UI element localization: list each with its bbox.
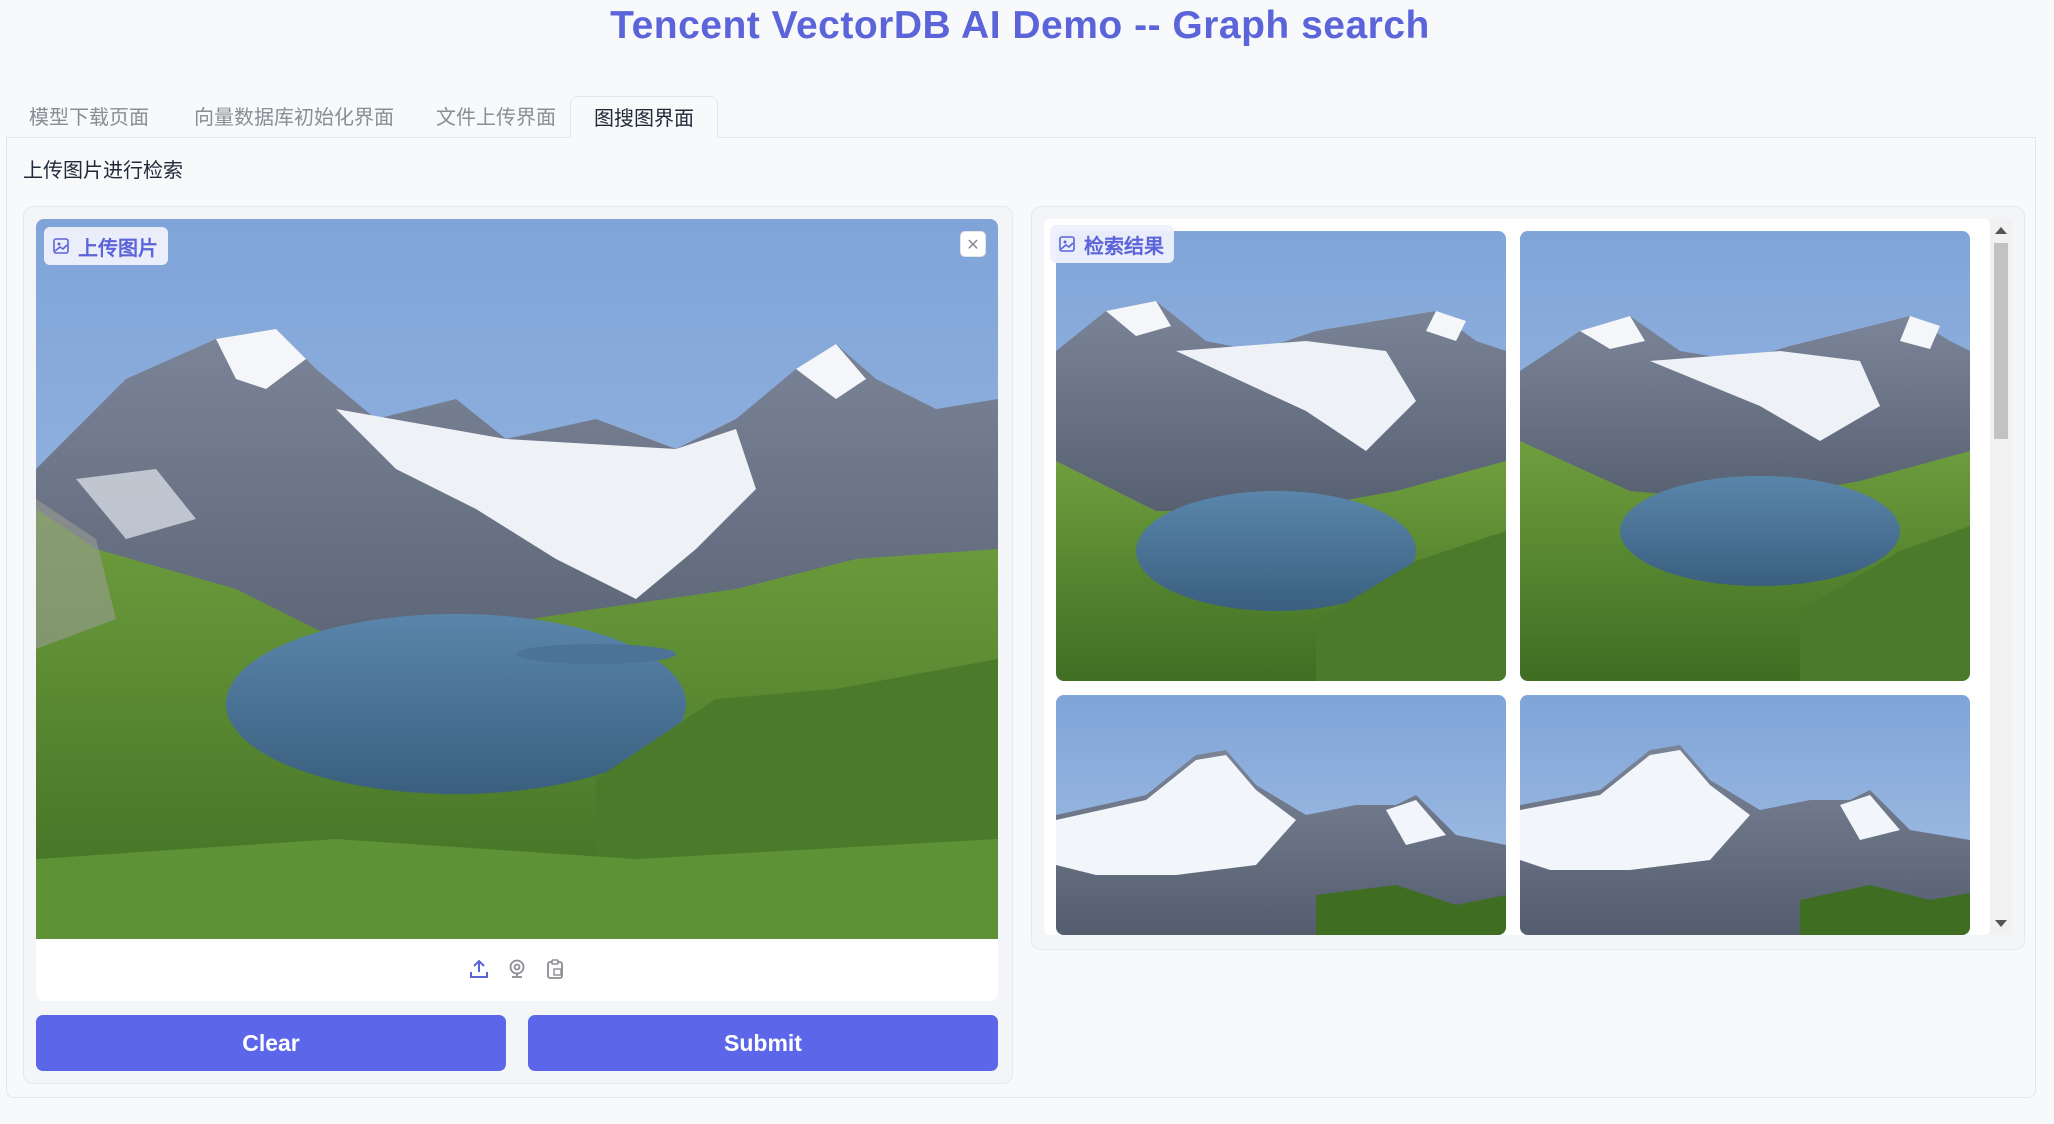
results-badge: 检索结果: [1050, 225, 1174, 263]
scroll-down-icon[interactable]: [1995, 920, 2007, 927]
submit-button[interactable]: Submit: [528, 1015, 998, 1071]
clipboard-icon[interactable]: [544, 958, 566, 980]
tab-image-search[interactable]: 图搜图界面: [570, 96, 718, 139]
webcam-icon[interactable]: [506, 958, 528, 980]
section-label: 上传图片进行检索: [23, 158, 183, 182]
close-icon: ✕: [966, 234, 980, 254]
gallery-scrollbar[interactable]: [1990, 219, 2012, 935]
tab-bar: 模型下载页面 向量数据库初始化界面 文件上传界面 图搜图界面: [6, 96, 2036, 139]
result-image: [1520, 231, 1970, 681]
result-thumbnail[interactable]: [1520, 695, 1970, 935]
scroll-up-icon[interactable]: [1995, 227, 2007, 234]
result-thumbnail[interactable]: [1056, 231, 1506, 681]
image-upload-dropzone[interactable]: 上传图片 ✕: [36, 219, 998, 1001]
uploaded-image: [36, 219, 998, 939]
result-thumbnail[interactable]: [1520, 231, 1970, 681]
scrollbar-thumb[interactable]: [1994, 243, 2008, 439]
image-search-panel: 上传图片进行检索 上传图片 ✕ Clear Submit 检索结果: [6, 138, 2036, 1098]
clear-image-button[interactable]: ✕: [960, 231, 986, 257]
tab-file-upload[interactable]: 文件上传界面: [416, 96, 576, 138]
upload-image-label: 上传图片: [78, 235, 158, 260]
result-image: [1520, 695, 1970, 935]
upload-tools: [36, 949, 998, 989]
result-image: [1056, 231, 1506, 681]
results-gallery: [1044, 219, 1990, 935]
image-icon: [53, 238, 69, 254]
image-icon: [1059, 236, 1075, 252]
app-page: Tencent VectorDB AI Demo -- Graph search…: [0, 0, 2054, 1124]
tab-model-download[interactable]: 模型下载页面: [6, 96, 172, 138]
result-image: [1056, 695, 1506, 935]
results-column: 检索结果: [1031, 206, 2025, 950]
upload-icon[interactable]: [468, 958, 490, 980]
upload-image-badge: 上传图片: [44, 227, 168, 265]
upload-column: 上传图片 ✕ Clear Submit: [23, 206, 1013, 1084]
result-thumbnail[interactable]: [1056, 695, 1506, 935]
tab-vectordb-init[interactable]: 向量数据库初始化界面: [178, 96, 410, 138]
clear-button[interactable]: Clear: [36, 1015, 506, 1071]
results-label: 检索结果: [1084, 233, 1164, 258]
page-title: Tencent VectorDB AI Demo -- Graph search: [610, 4, 1430, 47]
